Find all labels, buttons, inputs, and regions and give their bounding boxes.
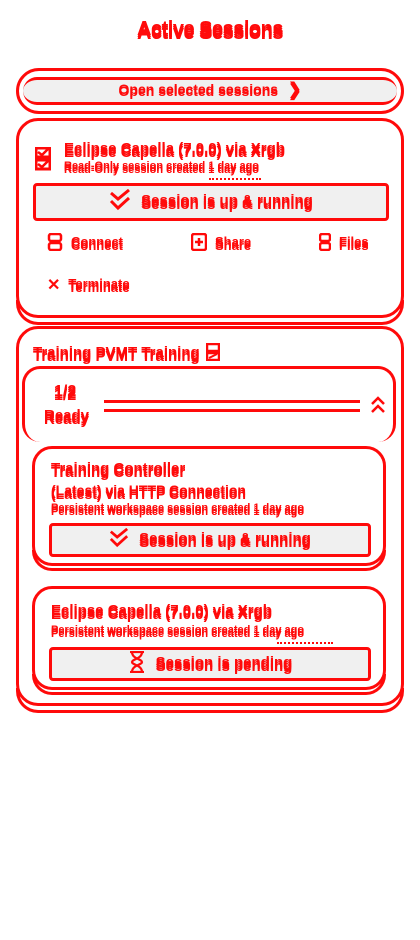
group-session-title: Eclipse Capella (7.0.0) via Xrgb (51, 604, 272, 621)
chevron-right-icon: ❯ (288, 83, 302, 100)
group-session-info: Persistent workspace session created 1 d… (51, 504, 305, 516)
share-icon (190, 232, 208, 254)
group-session-info: Persistent workspace session created 1 d… (51, 626, 305, 638)
session-card: Eclipse Capella (7.0.0) via Xrgb Read-On… (16, 118, 404, 325)
group-progress-bar (104, 400, 360, 412)
group-session-status-text: Session is pending (155, 655, 293, 673)
files-button[interactable]: Files (318, 232, 369, 254)
files-label: Files (339, 236, 369, 251)
connect-label: Connect (71, 236, 123, 251)
group-session-card: Training Controller (Latest) via HTTP Co… (32, 446, 386, 571)
share-label: Share (215, 236, 252, 251)
group-progress-count: 1/2 (54, 385, 77, 402)
session-status-text: Session is up & running (141, 193, 313, 211)
double-check-icon (109, 527, 129, 553)
group-title-row: Training PVMT Training (33, 342, 220, 366)
group-session-subtitle: (Latest) via HTTP Connection (51, 484, 246, 500)
session-subtitle: Read-Only session created 1 day ago (64, 162, 260, 174)
group-session-status-bar: Session is pending (49, 647, 371, 681)
close-icon: ✕ (47, 277, 61, 294)
session-status-bar: Session is up & running (33, 183, 389, 221)
share-button[interactable]: Share (190, 232, 252, 254)
group-title: Training PVMT Training (33, 346, 200, 363)
group-session-card: Eclipse Capella (7.0.0) via Xrgb Persist… (32, 586, 386, 695)
external-link-icon[interactable] (205, 342, 220, 366)
double-check-icon (109, 188, 131, 216)
group-session-status-bar: Session is up & running (49, 523, 371, 557)
session-title: Eclipse Capella (7.0.0) via Xrgb (64, 142, 285, 159)
hourglass-icon (128, 650, 146, 678)
open-selected-sessions-label: Open selected sessions (118, 83, 279, 99)
group-state: Ready (44, 409, 90, 426)
chevron-up-icon[interactable] (370, 396, 386, 419)
open-selected-sessions-button[interactable]: Open selected sessions ❯ (16, 68, 404, 114)
group-session-status-text: Session is up & running (139, 531, 311, 549)
files-icon (318, 232, 332, 254)
terminate-button[interactable]: ✕ Terminate (47, 275, 130, 295)
page-title: Active Sessions (137, 20, 283, 42)
connect-icon (47, 232, 63, 254)
checkbox-checked-icon (34, 146, 52, 171)
group-session-title: Training Controller (51, 462, 186, 479)
terminate-label: Terminate (68, 277, 130, 293)
connect-button[interactable]: Connect (47, 232, 123, 254)
select-checkbox[interactable] (34, 146, 52, 171)
